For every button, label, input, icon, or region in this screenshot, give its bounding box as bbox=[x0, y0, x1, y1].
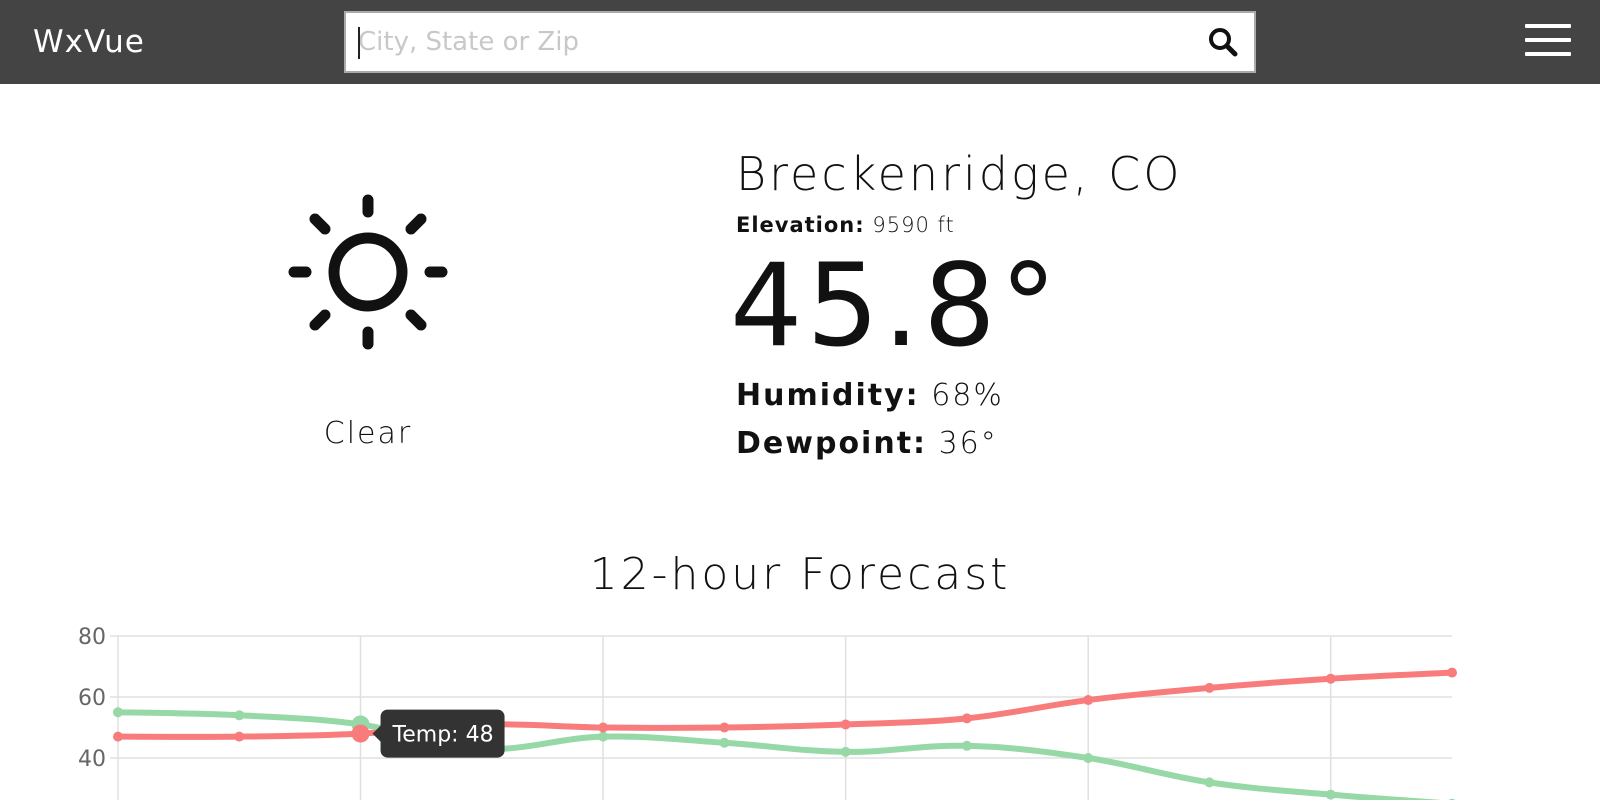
temperature-point bbox=[113, 731, 123, 742]
humidity-label: Humidity: bbox=[736, 378, 920, 413]
temperature-point bbox=[840, 719, 851, 730]
temperature-point bbox=[1083, 695, 1094, 706]
location-name: Breckenridge, CO bbox=[736, 147, 1183, 201]
temperature-point bbox=[1204, 682, 1215, 693]
temperature-point bbox=[351, 724, 370, 743]
temperature-point bbox=[961, 713, 972, 724]
temperature-point bbox=[598, 722, 609, 733]
humidity-point bbox=[113, 707, 123, 718]
humidity-row: Humidity: 68% bbox=[736, 376, 1004, 416]
forecast-chart[interactable]: 80 60 40 Temp: 48 bbox=[0, 610, 1600, 800]
humidity-point bbox=[234, 710, 245, 721]
temperature-point bbox=[1325, 673, 1336, 684]
search-input[interactable] bbox=[358, 13, 1178, 71]
search-icon[interactable] bbox=[1206, 25, 1240, 59]
hamburger-menu-icon[interactable] bbox=[1525, 22, 1571, 58]
y-tick-label: 60 bbox=[78, 686, 106, 711]
temperature-point bbox=[719, 722, 730, 733]
tooltip-text: Temp: 48 bbox=[392, 723, 494, 748]
humidity-point bbox=[1083, 753, 1094, 763]
dewpoint-value: 36° bbox=[938, 426, 998, 461]
current-temperature: 45.8° bbox=[730, 239, 1061, 372]
temperature-point bbox=[234, 731, 245, 742]
elevation-label: Elevation: bbox=[736, 213, 865, 237]
temperature-point bbox=[1447, 667, 1457, 678]
humidity-point bbox=[840, 746, 851, 757]
y-tick-label: 40 bbox=[78, 747, 106, 772]
top-navbar: WxVue bbox=[0, 0, 1600, 84]
condition-text: Clear bbox=[323, 416, 413, 451]
temperature-series-line bbox=[115, 669, 1455, 740]
dewpoint-row: Dewpoint: 36° bbox=[736, 424, 998, 464]
humidity-point bbox=[1204, 777, 1215, 788]
sun-icon bbox=[284, 192, 448, 356]
elevation-value: 9590 ft bbox=[872, 213, 955, 237]
humidity-point bbox=[598, 731, 609, 742]
y-tick-label: 80 bbox=[78, 625, 106, 650]
humidity-point bbox=[719, 737, 730, 748]
forecast-title: 12-hour Forecast bbox=[589, 549, 1011, 600]
text-caret bbox=[358, 27, 360, 59]
humidity-point bbox=[961, 740, 972, 751]
humidity-point bbox=[1325, 789, 1336, 800]
search-box bbox=[344, 11, 1256, 73]
humidity-value: 68% bbox=[931, 378, 1004, 413]
dewpoint-label: Dewpoint: bbox=[736, 426, 928, 461]
elevation-row: Elevation: 9590 ft bbox=[736, 210, 955, 240]
app-logo[interactable]: WxVue bbox=[33, 20, 145, 64]
